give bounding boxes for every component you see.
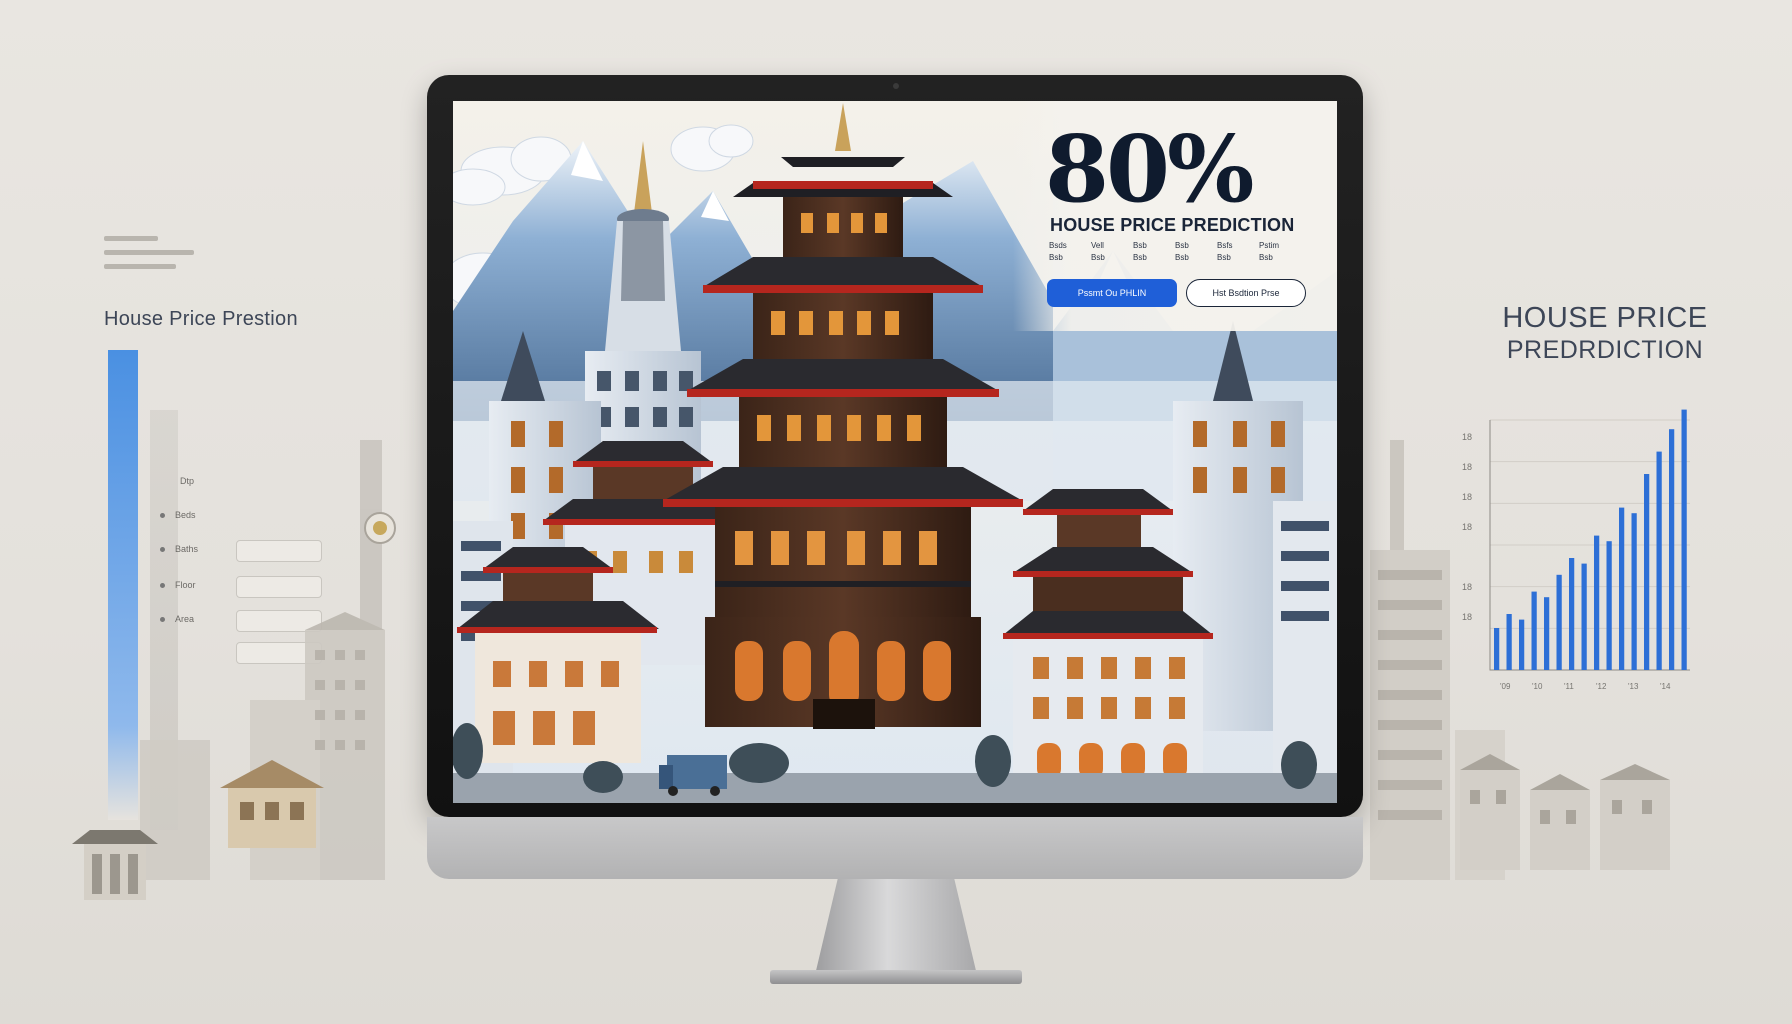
chart-bar xyxy=(1569,558,1575,670)
stat-cell: Bsb xyxy=(1133,253,1147,262)
chart-bar xyxy=(1669,429,1675,670)
stats-row: Bsds Vell Bsb Bsb Bsfs Pstim xyxy=(1049,241,1299,250)
stat-cell: Bsb xyxy=(1049,253,1063,262)
chart-bar xyxy=(1519,619,1525,670)
right-panel-title-line1: HOUSE PRICE xyxy=(1502,302,1708,334)
stat-cell: Bsds xyxy=(1049,241,1067,250)
right-panel-title-line2: PREDRDICTION xyxy=(1506,336,1704,364)
left-skyline-illustration xyxy=(72,440,396,900)
chart-bar xyxy=(1531,591,1537,670)
chart-bar xyxy=(1656,451,1662,670)
camera-icon xyxy=(893,83,899,89)
chart-x-tick: '12 xyxy=(1596,682,1607,691)
monitor-screen: 80% HOUSE PRICE PREDICTION Bsds Vell Bsb… xyxy=(453,101,1337,803)
stat-cell: Bsb xyxy=(1259,253,1273,262)
chart-y-tick: 18 xyxy=(1462,582,1473,592)
right-houses-illustration xyxy=(1460,754,1670,870)
chart-x-tick: '13 xyxy=(1628,682,1639,691)
stat-cell: Bsb xyxy=(1175,241,1189,250)
chart-x-tick: '11 xyxy=(1564,682,1574,691)
chart-y-tick: 18 xyxy=(1462,612,1473,622)
right-bar-chart: 18 18 18 18 18 18 '09 '10 '11 '12 '13 '1… xyxy=(1462,370,1702,691)
stats-row: Bsb Bsb Bsb Bsb Bsb Bsb xyxy=(1049,253,1299,262)
chart-y-tick: 18 xyxy=(1462,492,1473,502)
stat-cell: Bsb xyxy=(1133,241,1147,250)
chart-bar xyxy=(1594,535,1600,670)
left-panel-title: House Price Prestion xyxy=(104,308,298,330)
chart-plot-area xyxy=(1489,409,1690,671)
chart-x-tick: '10 xyxy=(1532,682,1543,691)
chart-y-tick: 18 xyxy=(1462,522,1473,532)
chart-bar xyxy=(1506,614,1512,670)
chart-y-tick: 18 xyxy=(1462,462,1473,472)
chart-y-tick: 18 xyxy=(1462,432,1473,442)
stat-cell: Bsb xyxy=(1175,253,1189,262)
chart-bar xyxy=(1619,507,1625,670)
chart-bar xyxy=(1631,513,1637,670)
secondary-cta-button[interactable]: Hst Bsdtion Prse xyxy=(1186,279,1306,307)
stats-grid: Bsds Vell Bsb Bsb Bsfs Pstim Bsb Bsb Bsb… xyxy=(1049,241,1299,265)
placeholder-line xyxy=(104,250,194,255)
placeholder-line xyxy=(104,236,158,241)
monitor-base xyxy=(770,970,1022,984)
prediction-accuracy-percent: 80% xyxy=(1045,115,1254,223)
monitor-stand xyxy=(815,879,977,975)
stat-cell: Pstim xyxy=(1259,241,1279,250)
stat-cell: Bsfs xyxy=(1217,241,1233,250)
chart-bar xyxy=(1494,628,1500,670)
chart-bar xyxy=(1644,474,1650,670)
hero-subtitle: HOUSE PRICE PREDICTION xyxy=(1050,215,1295,235)
chart-x-tick: '14 xyxy=(1660,682,1671,691)
stat-cell: Bsb xyxy=(1091,253,1105,262)
primary-cta-button[interactable]: Pssmt Ou PHLIN xyxy=(1047,279,1177,307)
monitor-chin xyxy=(427,817,1363,879)
stat-cell: Vell xyxy=(1091,241,1104,250)
chart-x-tick: '09 xyxy=(1500,682,1511,691)
chart-bar xyxy=(1606,541,1612,670)
placeholder-line xyxy=(104,264,176,269)
chart-bar xyxy=(1556,574,1562,670)
chart-bar xyxy=(1544,597,1550,670)
chart-bar xyxy=(1681,409,1687,670)
chart-bar xyxy=(1581,563,1587,670)
stat-cell: Bsb xyxy=(1217,253,1231,262)
